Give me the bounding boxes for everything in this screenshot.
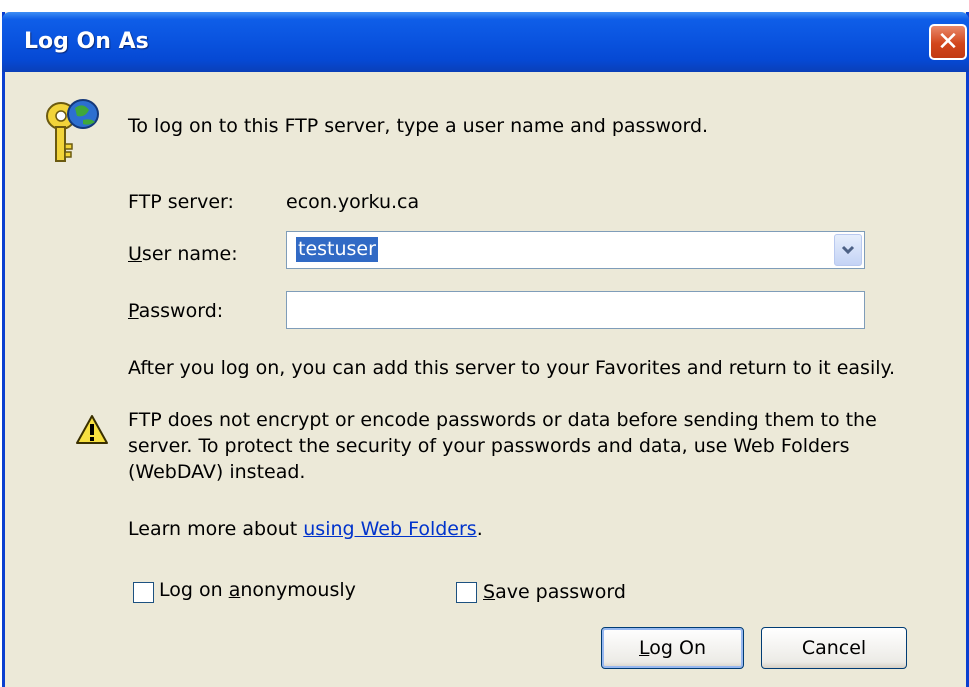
cancel-button[interactable]: Cancel <box>761 627 907 669</box>
close-button[interactable]: ✕ <box>929 24 967 60</box>
anonymous-checkbox[interactable] <box>133 582 154 603</box>
title-bar[interactable]: Log On As ✕ <box>2 12 969 72</box>
username-value: testuser <box>296 237 378 262</box>
username-label: User name: <box>128 243 238 265</box>
warning-line-3: (WebDAV) instead. <box>128 461 306 483</box>
ftp-server-value: econ.yorku.ca <box>286 191 420 213</box>
warning-icon <box>76 415 108 444</box>
username-dropdown-button[interactable] <box>834 234 862 266</box>
window-title: Log On As <box>24 29 149 54</box>
username-combobox[interactable]: testuser <box>286 231 865 269</box>
warning-line-2: server. To protect the security of your … <box>128 435 850 457</box>
log-on-button[interactable]: Log On <box>601 627 744 669</box>
close-icon: ✕ <box>937 27 959 57</box>
anonymous-label[interactable]: Log on anonymously <box>159 579 356 601</box>
save-password-checkbox[interactable] <box>456 582 477 603</box>
favorites-note: After you log on, you can add this serve… <box>128 357 896 379</box>
log-on-as-dialog: Log On As ✕ To log on to this FTP server… <box>2 12 969 687</box>
intro-text: To log on to this FTP server, type a use… <box>128 115 709 137</box>
web-folders-link[interactable]: using Web Folders <box>303 518 476 540</box>
save-password-label[interactable]: Save password <box>483 581 626 603</box>
password-field[interactable] <box>286 291 865 329</box>
chevron-down-icon <box>841 245 855 255</box>
learn-more-text: Learn more about using Web Folders. <box>128 518 483 540</box>
password-label: Password: <box>128 300 224 322</box>
warning-line-1: FTP does not encrypt or encode passwords… <box>128 409 877 431</box>
keys-icon <box>46 99 99 162</box>
ftp-server-label: FTP server: <box>128 191 234 213</box>
